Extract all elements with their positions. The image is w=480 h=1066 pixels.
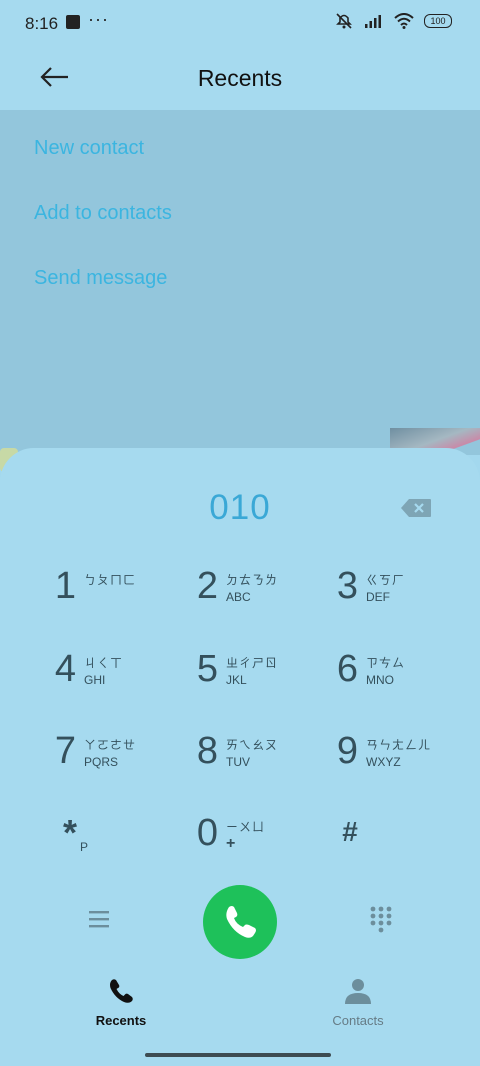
key-5[interactable]: 5 ㄓㄔㄕㄖ JKL: [186, 642, 326, 714]
wifi-icon: [394, 13, 414, 29]
menu-icon[interactable]: [88, 909, 110, 929]
key-2[interactable]: 2 ㄉㄊㄋㄌ ABC: [186, 559, 326, 631]
dialer-panel: 010 1 ㄅㄆㄇㄈ 2 ㄉㄊㄋㄌ ABC 3 ㄍㄎㄏ DEF 4 ㄐㄑㄒ GH…: [0, 448, 480, 1066]
phone-icon: [226, 906, 256, 938]
key-6[interactable]: 6 ㄗㄘㄙ MNO: [326, 642, 466, 714]
key-symbol: #: [342, 816, 358, 847]
key-bopomofo: ㄧㄨㄩ: [226, 820, 266, 834]
key-bopomofo: ㄍㄎㄏ: [366, 573, 406, 587]
key-9[interactable]: 9 ㄢㄣㄤㄥㄦ WXYZ: [326, 724, 466, 796]
key-pause-letter: P: [80, 840, 89, 854]
key-letters: DEF: [366, 590, 390, 604]
key-bopomofo: ㄚㄛㄜㄝ: [84, 738, 137, 752]
send-message-option[interactable]: Send message: [34, 267, 167, 290]
key-digit: 7: [54, 730, 76, 772]
key-0[interactable]: 0 ㄧㄨㄩ +: [186, 806, 326, 878]
key-bopomofo: ㄅㄆㄇㄈ: [84, 573, 137, 587]
key-bopomofo: ㄞㄟㄠㄡ: [226, 738, 279, 752]
key-7[interactable]: 7 ㄚㄛㄜㄝ PQRS: [44, 724, 184, 796]
key-plus: +: [226, 835, 236, 852]
tab-recents[interactable]: Recents: [61, 978, 181, 1028]
key-letters: GHI: [84, 673, 106, 687]
key-star[interactable]: * P: [54, 806, 194, 878]
key-bopomofo: ㄓㄔㄕㄖ: [226, 656, 279, 670]
status-time: 8:16: [25, 14, 59, 33]
key-letters: MNO: [366, 673, 394, 687]
key-hash[interactable]: #: [334, 806, 474, 878]
key-4[interactable]: 4 ㄐㄑㄒ GHI: [44, 642, 184, 714]
key-digit: 2: [196, 565, 218, 607]
key-bopomofo: ㄉㄊㄋㄌ: [226, 573, 279, 587]
signal-icon: [365, 15, 381, 28]
key-3[interactable]: 3 ㄍㄎㄏ DEF: [326, 559, 466, 631]
app-notification-icon: [66, 15, 80, 29]
key-digit: 1: [54, 565, 76, 607]
key-digit: 8: [196, 730, 218, 772]
key-letters: ABC: [226, 590, 251, 604]
key-bopomofo: ㄢㄣㄤㄥㄦ: [366, 738, 432, 752]
backspace-icon[interactable]: [400, 498, 432, 518]
tab-contacts-label: Contacts: [332, 1013, 384, 1028]
status-bar: 8:16 ··· 100: [0, 0, 480, 48]
key-digit: 3: [336, 565, 358, 607]
options-menu: New contact Add to contacts Send message: [0, 110, 480, 455]
keypad-icon[interactable]: [369, 905, 393, 935]
tab-recents-label: Recents: [95, 1013, 147, 1028]
add-to-contacts-option[interactable]: Add to contacts: [34, 202, 172, 225]
new-contact-option[interactable]: New contact: [34, 137, 144, 160]
key-bopomofo: ㄐㄑㄒ: [84, 656, 124, 670]
app-header: Recents: [0, 48, 480, 110]
battery-icon: 100: [424, 14, 452, 28]
key-1[interactable]: 1 ㄅㄆㄇㄈ: [44, 559, 184, 631]
key-letters: WXYZ: [366, 755, 401, 769]
status-icons: 100: [334, 12, 452, 30]
key-letters: TUV: [226, 755, 250, 769]
key-digit: 6: [336, 648, 358, 690]
home-indicator[interactable]: [145, 1053, 331, 1057]
key-bopomofo: ㄗㄘㄙ: [366, 656, 406, 670]
phone-icon: [110, 979, 133, 1003]
key-letters: PQRS: [84, 755, 119, 769]
key-digit: 4: [54, 648, 76, 690]
key-letters: JKL: [226, 673, 247, 687]
page-title: Recents: [197, 65, 283, 91]
key-digit: 9: [336, 730, 358, 772]
bottom-navigation: Recents Contacts: [0, 973, 480, 1033]
key-8[interactable]: 8 ㄞㄟㄠㄡ TUV: [186, 724, 326, 796]
key-digit: 0: [196, 812, 218, 854]
more-notifications-icon: ···: [88, 9, 109, 29]
key-digit: 5: [196, 648, 218, 690]
tab-contacts[interactable]: Contacts: [298, 978, 418, 1028]
call-button[interactable]: [203, 885, 277, 959]
person-icon: [345, 979, 371, 1004]
mute-icon: [336, 13, 352, 29]
